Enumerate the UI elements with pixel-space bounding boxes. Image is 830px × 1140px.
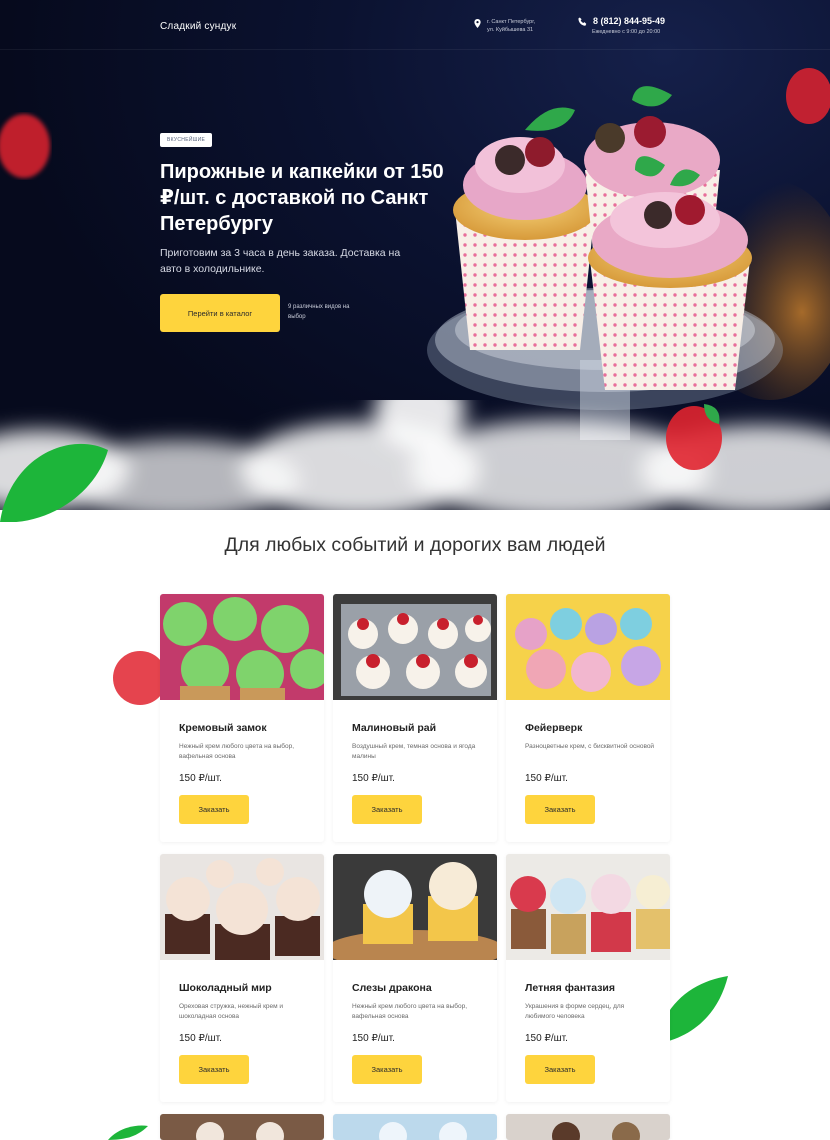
product-name: Малиновый рай	[352, 722, 437, 734]
product-description: Украшения в форме сердец, для любимого ч…	[525, 1003, 625, 1020]
raspberry-decoration	[0, 114, 50, 178]
product-description: Нежный крем любого цвета на выбор, вафел…	[179, 743, 295, 760]
leaf-decoration	[0, 443, 108, 522]
catalog-title: Для любых событий и дорогих вам людей	[224, 534, 606, 556]
order-button[interactable]: Заказать	[179, 795, 249, 824]
order-button[interactable]: Заказать	[352, 795, 422, 824]
product-description: Разноцветные крем, с бисквитной основой	[525, 743, 655, 750]
address-block: г. Санкт Петербург, ул. Куйбышева 31	[474, 18, 535, 34]
product-card: Фейерверк Разноцветные крем, с бисквитно…	[506, 594, 670, 842]
leaf-decoration	[108, 1125, 148, 1140]
address-line-city: г. Санкт Петербург,	[487, 19, 536, 25]
top-bar: Сладкий сундук г. Санкт Петербург, ул. К…	[0, 0, 830, 50]
order-button[interactable]: Заказать	[525, 795, 595, 824]
product-card: Слезы дракона Нежный крем любого цвета н…	[333, 854, 497, 1102]
product-photo	[333, 854, 497, 960]
map-pin-icon	[474, 19, 481, 28]
hero-subtitle: Приготовим за 3 часа в день заказа. Дост…	[160, 247, 401, 275]
product-name: Летняя фантазия	[525, 982, 616, 994]
product-card: Летняя фантазия Украшения в форме сердец…	[506, 854, 670, 1102]
working-hours: Ежедневно с 9:00 до 20:00	[592, 29, 661, 35]
product-card	[160, 1114, 324, 1140]
product-description: Нежный крем любого цвета на выбор, вафел…	[352, 1003, 468, 1020]
product-card: Шоколадный мир Ореховая стружка, нежный …	[160, 854, 324, 1102]
product-price: 150 ₽/шт.	[352, 1033, 395, 1044]
product-name: Фейерверк	[525, 722, 583, 734]
product-name: Кремовый замок	[179, 722, 267, 734]
hero-title: Пирожные и капкейки от 150 ₽/шт. с доста…	[160, 161, 444, 235]
phone-icon	[578, 16, 587, 26]
product-price: 150 ₽/шт.	[525, 773, 568, 784]
product-photo	[333, 1114, 497, 1140]
product-price: 150 ₽/шт.	[352, 773, 395, 784]
phone-number[interactable]: 8 (812) 844-95-49	[593, 16, 665, 26]
product-price: 150 ₽/шт.	[179, 1033, 222, 1044]
brand-logo[interactable]: Сладкий сундук	[160, 21, 236, 32]
hero-badge: ВКУСНЕЙШИЕ	[160, 133, 213, 147]
order-button[interactable]: Заказать	[179, 1055, 249, 1084]
raspberry-decoration	[786, 68, 830, 124]
product-photo	[333, 594, 497, 700]
product-price: 150 ₽/шт.	[179, 773, 222, 784]
product-photo	[160, 854, 324, 960]
order-button[interactable]: Заказать	[352, 1055, 422, 1084]
phone-block: 8 (812) 844-95-49 Ежедневно с 9:00 до 20…	[578, 16, 665, 35]
product-photo	[160, 594, 324, 700]
product-card: Кремовый замок Нежный крем любого цвета …	[160, 594, 324, 842]
product-card: Малиновый рай Воздушный крем, темная осн…	[333, 594, 497, 842]
address-line-street: ул. Куйбышева 31	[487, 27, 534, 33]
product-name: Слезы дракона	[352, 982, 432, 994]
product-price: 150 ₽/шт.	[525, 1033, 568, 1044]
raspberry-decoration	[666, 404, 722, 470]
product-photo	[506, 1114, 670, 1140]
product-card	[333, 1114, 497, 1140]
catalog-button[interactable]: Перейти в каталог	[160, 294, 280, 332]
product-name: Шоколадный мир	[179, 982, 272, 994]
product-photo	[506, 594, 670, 700]
product-description: Ореховая стружка, нежный крем и шоколадн…	[179, 1003, 284, 1020]
product-photo	[160, 1114, 324, 1140]
product-description: Воздушный крем, темная основа и ягода ма…	[352, 743, 476, 760]
product-photo	[506, 854, 670, 960]
order-button[interactable]: Заказать	[525, 1055, 595, 1084]
product-card	[506, 1114, 670, 1140]
cta-note: 9 различных видов на выбор	[288, 304, 350, 320]
